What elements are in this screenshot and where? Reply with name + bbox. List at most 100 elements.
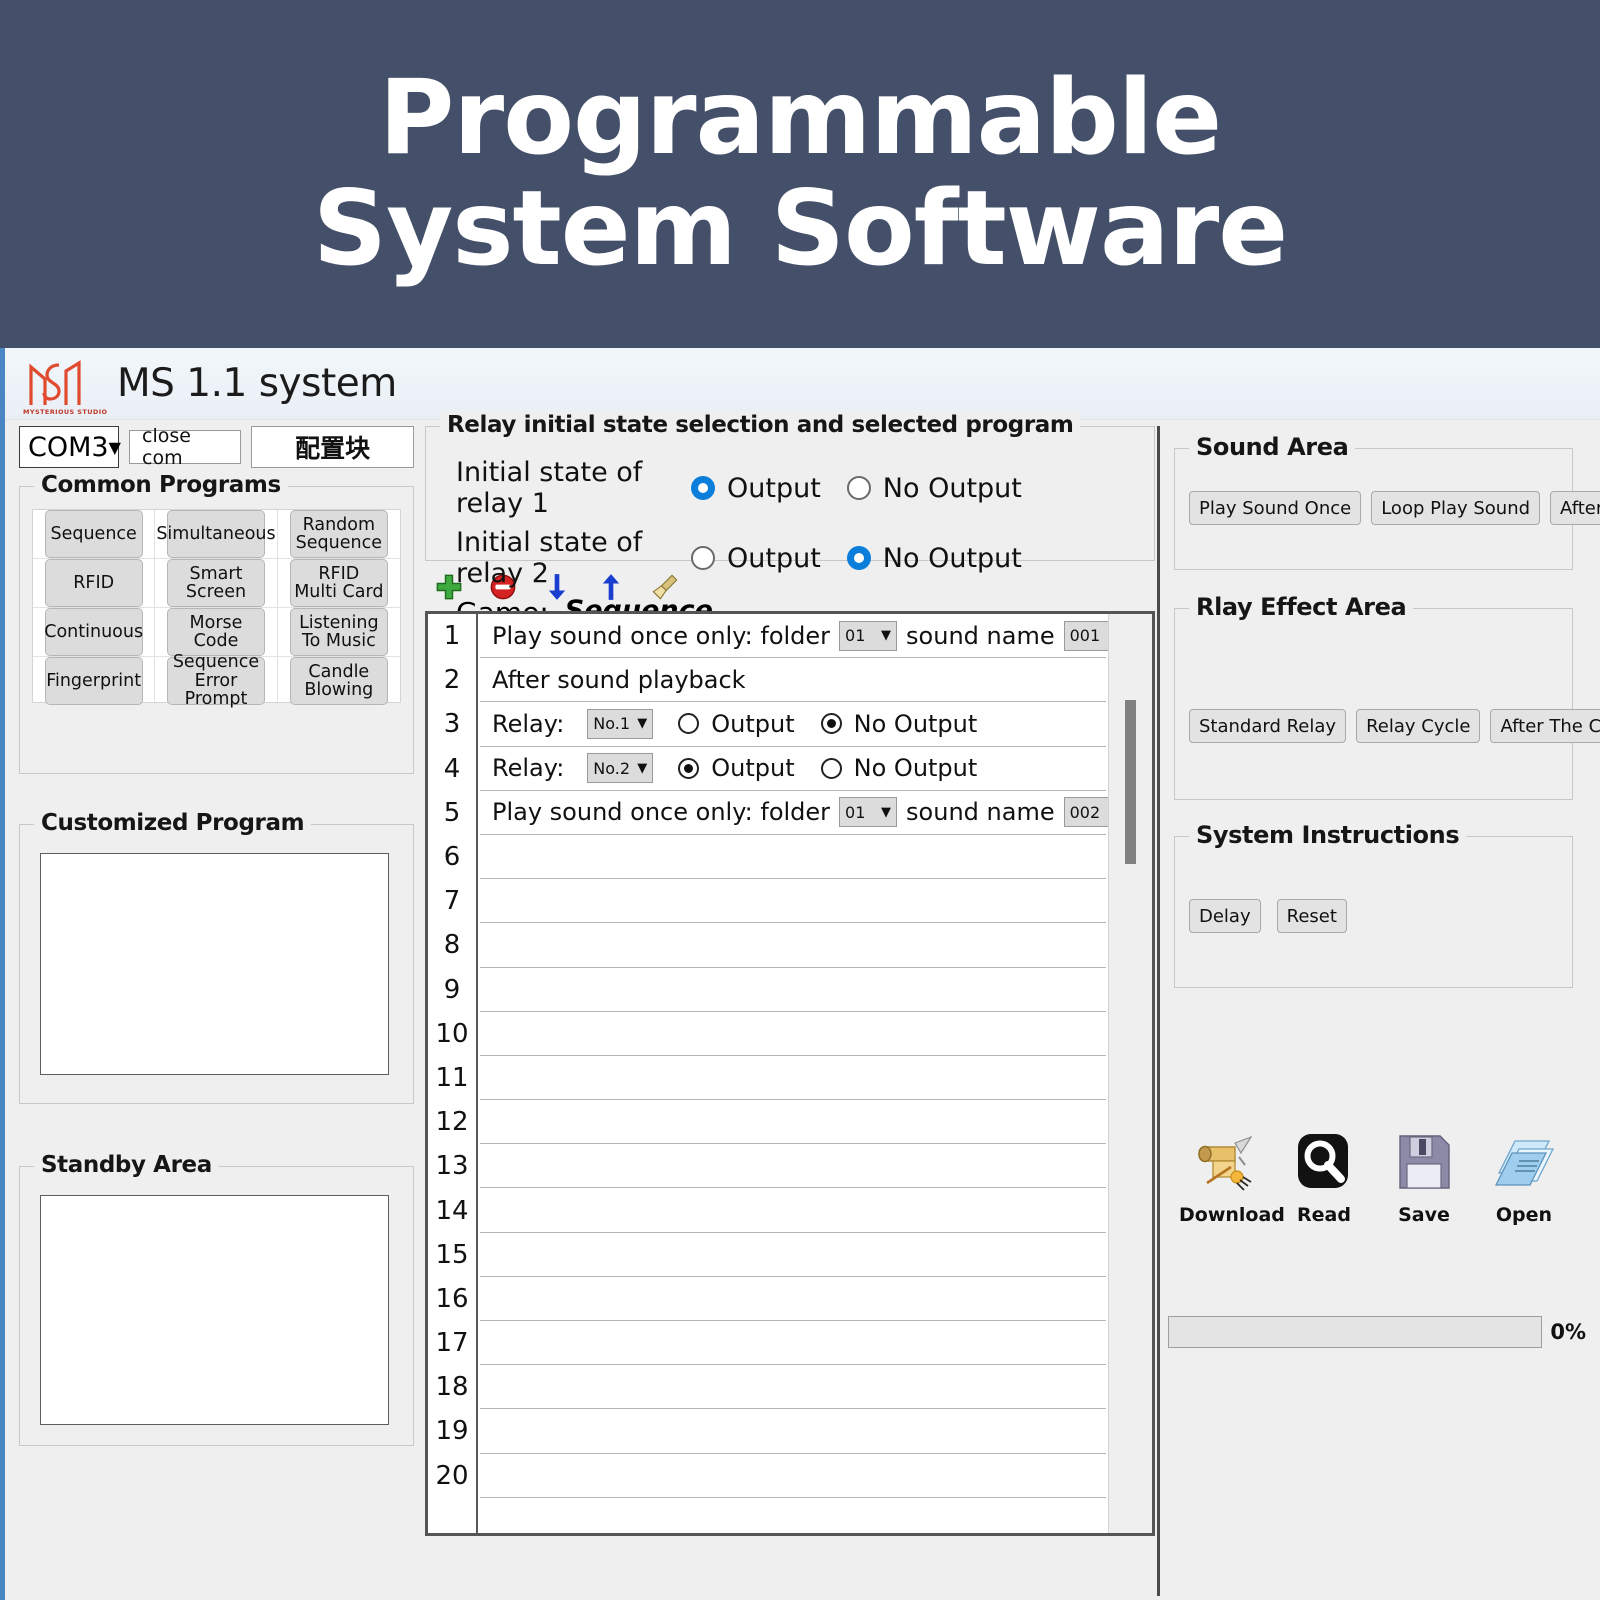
hero-banner: Programmable System Software: [0, 0, 1600, 348]
program-list-row[interactable]: [480, 879, 1106, 924]
common-program-button[interactable]: Candle Blowing: [289, 657, 388, 705]
action-icon-row: Download Read Save Open: [1174, 1126, 1574, 1226]
save-button[interactable]: Save: [1379, 1126, 1469, 1226]
open-button[interactable]: Open: [1479, 1126, 1569, 1226]
list-row-number: 4: [443, 753, 461, 784]
relay2-output-radio[interactable]: [691, 546, 715, 570]
open-caption: Open: [1495, 1204, 1553, 1226]
system-instruction-button[interactable]: Reset: [1276, 899, 1347, 933]
program-list-row[interactable]: After sound playback: [480, 658, 1106, 703]
common-programs-grid: Sequence Simultaneous Random Sequence RFID Sm…: [32, 509, 401, 708]
row-no-output-radio[interactable]: [820, 713, 842, 735]
common-program-button[interactable]: Sequence: [44, 510, 143, 558]
relay1-output-label: Output: [727, 472, 821, 504]
chevron-down-icon: ▼: [881, 804, 892, 820]
common-program-cell: Smart Screen: [155, 559, 278, 608]
connection-toolbar: COM3 ▼ close com 配置块: [19, 425, 414, 469]
relay-number-select[interactable]: No.2 ▼: [587, 753, 654, 784]
relay1-output-radio[interactable]: [691, 476, 715, 500]
read-button[interactable]: Read: [1279, 1126, 1369, 1226]
program-list-row[interactable]: [480, 835, 1106, 880]
program-list-row[interactable]: Play sound once only: folder 01 ▼ sound nam…: [480, 614, 1126, 659]
common-program-button[interactable]: Simultaneous: [156, 510, 276, 558]
system-instructions-group: System Instructions Delay Reset: [1174, 821, 1573, 988]
open-folder-icon: [1479, 1126, 1569, 1198]
program-list-row[interactable]: [480, 1100, 1106, 1145]
program-list-row[interactable]: [480, 1321, 1106, 1366]
program-list-row-text: After sound playback: [492, 665, 746, 694]
relay-effect-button[interactable]: After The Cycle Relay: [1490, 709, 1600, 743]
relay-number-select[interactable]: No.1 ▼: [587, 708, 654, 739]
banner-line-1: Programmable: [378, 57, 1222, 178]
system-instruction-button[interactable]: Delay: [1189, 899, 1261, 933]
relay-effect-button[interactable]: Standard Relay: [1189, 709, 1347, 743]
program-list-row[interactable]: [480, 1454, 1106, 1498]
common-program-button[interactable]: Listening To Music: [289, 608, 388, 656]
common-program-cell: Morse Code: [155, 608, 278, 657]
common-program-button[interactable]: Sequence Error Prompt: [166, 653, 265, 708]
chevron-down-icon: ▼: [881, 628, 892, 644]
common-program-cell: Random Sequence: [277, 510, 400, 559]
close-com-button[interactable]: close com: [129, 425, 242, 469]
download-icon: [1179, 1126, 1269, 1198]
relay1-no-output-radio[interactable]: [846, 476, 871, 500]
row-relay-label: Relay:: [492, 709, 565, 738]
program-list-row[interactable]: [480, 1409, 1106, 1454]
program-list-scrollbar[interactable]: [1108, 614, 1152, 1533]
common-program-cell: Listening To Music: [277, 608, 400, 657]
chevron-down-icon: ▼: [637, 716, 648, 732]
scrollbar-thumb[interactable]: [1125, 700, 1136, 864]
program-list-row[interactable]: [480, 1233, 1106, 1277]
program-list-row[interactable]: [480, 1365, 1106, 1410]
row-output-radio[interactable]: [678, 757, 700, 779]
common-program-button[interactable]: Fingerprint: [44, 657, 143, 705]
com-port-select[interactable]: COM3 ▼: [19, 426, 121, 468]
program-list-row[interactable]: [480, 1144, 1106, 1189]
customized-program-input[interactable]: [40, 853, 389, 1075]
program-list-row[interactable]: [480, 1188, 1106, 1233]
folder-select[interactable]: 01 ▼: [839, 620, 898, 651]
config-block-button[interactable]: 配置块: [251, 426, 414, 468]
list-row-number: 3: [443, 709, 461, 740]
relay2-no-output-radio[interactable]: [846, 546, 871, 570]
sound-name-label: sound name: [906, 621, 1055, 650]
standby-area-input[interactable]: [40, 1195, 389, 1425]
program-list-row[interactable]: [480, 1012, 1106, 1056]
relay2-no-output-label: No Output: [882, 542, 1022, 574]
read-caption: Read: [1297, 1204, 1351, 1226]
list-row-number: 12: [435, 1107, 469, 1138]
relay-effect-button[interactable]: Relay Cycle: [1356, 709, 1481, 743]
program-list-row[interactable]: [480, 968, 1106, 1012]
list-row-number: 2: [443, 665, 461, 696]
row-relay-label: Relay:: [492, 754, 565, 783]
relay2-output-label: Output: [727, 542, 821, 574]
program-list: 1 2 3 4 5 6 7 8 9 10 11 12 13 14 15 16 17 18 19 20 Play sou…: [425, 611, 1155, 1536]
common-program-button[interactable]: Morse Code: [166, 608, 265, 656]
download-caption: Download: [1179, 1204, 1285, 1226]
relay-effect-buttons: Standard Relay Relay Cycle After The Cycle…: [1175, 709, 1600, 743]
chevron-down-icon: ▼: [108, 437, 121, 457]
common-program-button[interactable]: Random Sequence: [289, 510, 388, 558]
program-list-row[interactable]: [480, 1056, 1106, 1101]
list-row-number: 17: [435, 1328, 469, 1359]
common-program-cell: Continuous: [33, 608, 156, 657]
program-list-row[interactable]: Relay: No.1 ▼ Output No Output: [480, 702, 1106, 747]
common-program-button[interactable]: Smart Screen: [166, 559, 265, 607]
row-output-radio[interactable]: [678, 713, 700, 735]
common-program-button[interactable]: RFID Multi Card: [289, 559, 388, 607]
sound-area-button[interactable]: Loop Play Sound: [1371, 491, 1541, 525]
program-list-row[interactable]: [480, 923, 1106, 968]
list-row-number: 14: [435, 1195, 469, 1226]
download-button[interactable]: Download: [1179, 1126, 1285, 1226]
folder-select-value: 01: [845, 802, 866, 822]
row-no-output-radio[interactable]: [820, 757, 842, 779]
program-list-row[interactable]: Relay: No.2 ▼ Output No Output: [480, 747, 1106, 791]
common-program-cell: Sequence: [33, 510, 156, 559]
common-program-button[interactable]: Continuous: [44, 608, 143, 656]
sound-area-button[interactable]: After Sound Play: [1550, 491, 1600, 525]
folder-select[interactable]: 01 ▼: [839, 797, 898, 828]
common-program-button[interactable]: RFID: [44, 559, 143, 607]
sound-area-button[interactable]: Play Sound Once: [1189, 491, 1362, 525]
program-list-row[interactable]: Play sound once only: folder 01 ▼ sound nam…: [480, 791, 1126, 835]
program-list-row[interactable]: [480, 1277, 1106, 1321]
